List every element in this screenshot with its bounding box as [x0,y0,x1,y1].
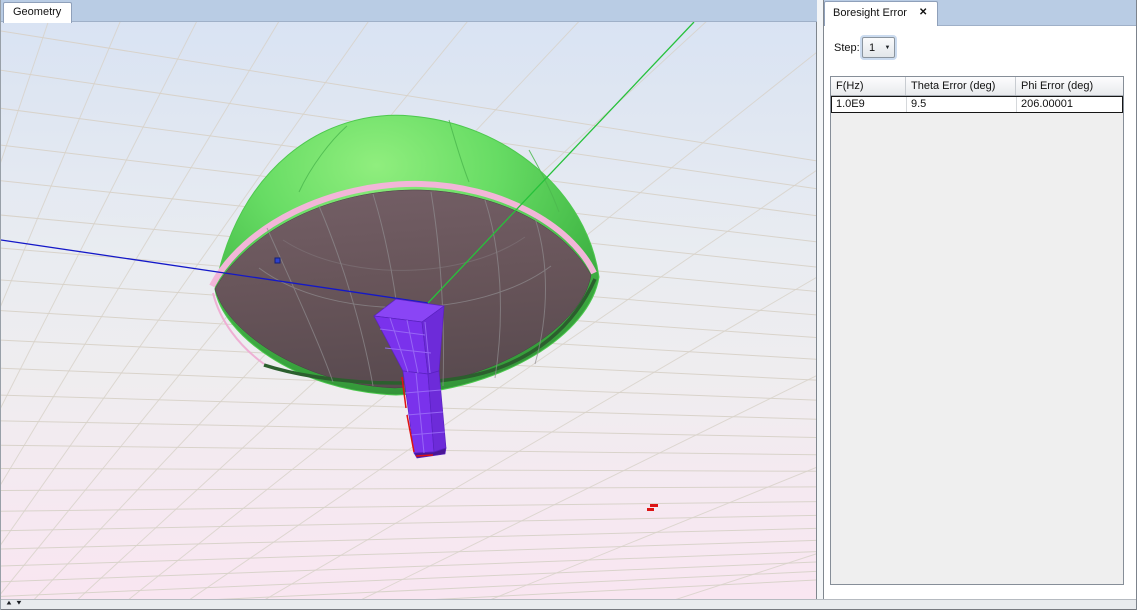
table-header-row: F(Hz) Theta Error (deg) Phi Error (deg) [831,77,1123,96]
tab-close-icon[interactable]: ✕ [919,7,927,19]
blue-marker [275,258,280,263]
cell-frequency[interactable]: 1.0E9 [832,97,907,112]
boresight-error-table: F(Hz) Theta Error (deg) Phi Error (deg) … [830,76,1124,585]
bottom-splitter-bar[interactable]: ▲ ▼ [1,599,1136,610]
cell-phi-error[interactable]: 206.00001 [1017,97,1122,112]
table-row[interactable]: 1.0E9 9.5 206.00001 [831,96,1123,113]
splitter-collapse-down-icon[interactable]: ▼ [15,599,23,607]
geometry-pane: Geometry [1,0,817,599]
splitter-collapse-up-icon[interactable]: ▲ [5,599,13,607]
step-dropdown[interactable]: 1 ▼ [862,37,895,58]
chevron-down-icon: ▼ [881,44,894,51]
boresight-error-pane: Boresight Error ✕ Step: 1 ▼ F(Hz) Theta … [823,0,1137,599]
3d-scene [1,22,816,599]
column-header-phi-error[interactable]: Phi Error (deg) [1016,77,1123,95]
column-header-theta-error[interactable]: Theta Error (deg) [906,77,1016,95]
boresight-error-content: Step: 1 ▼ F(Hz) Theta Error (deg) Phi Er… [824,26,1137,599]
left-tab-bar: Geometry [1,0,817,22]
tab-boresight-error-label: Boresight Error [833,7,907,19]
step-dropdown-value: 1 [863,42,881,54]
step-label: Step: [834,38,860,59]
cell-theta-error[interactable]: 9.5 [907,97,1017,112]
3d-viewport[interactable] [1,22,817,599]
column-header-fhz[interactable]: F(Hz) [831,77,906,95]
tab-geometry-label: Geometry [13,6,61,18]
tab-boresight-error[interactable]: Boresight Error ✕ [824,1,938,26]
right-tab-bar: Boresight Error ✕ [824,0,1137,26]
application-window: Geometry [0,0,1137,610]
tab-geometry[interactable]: Geometry [3,2,72,23]
table-empty-area [831,113,1123,584]
